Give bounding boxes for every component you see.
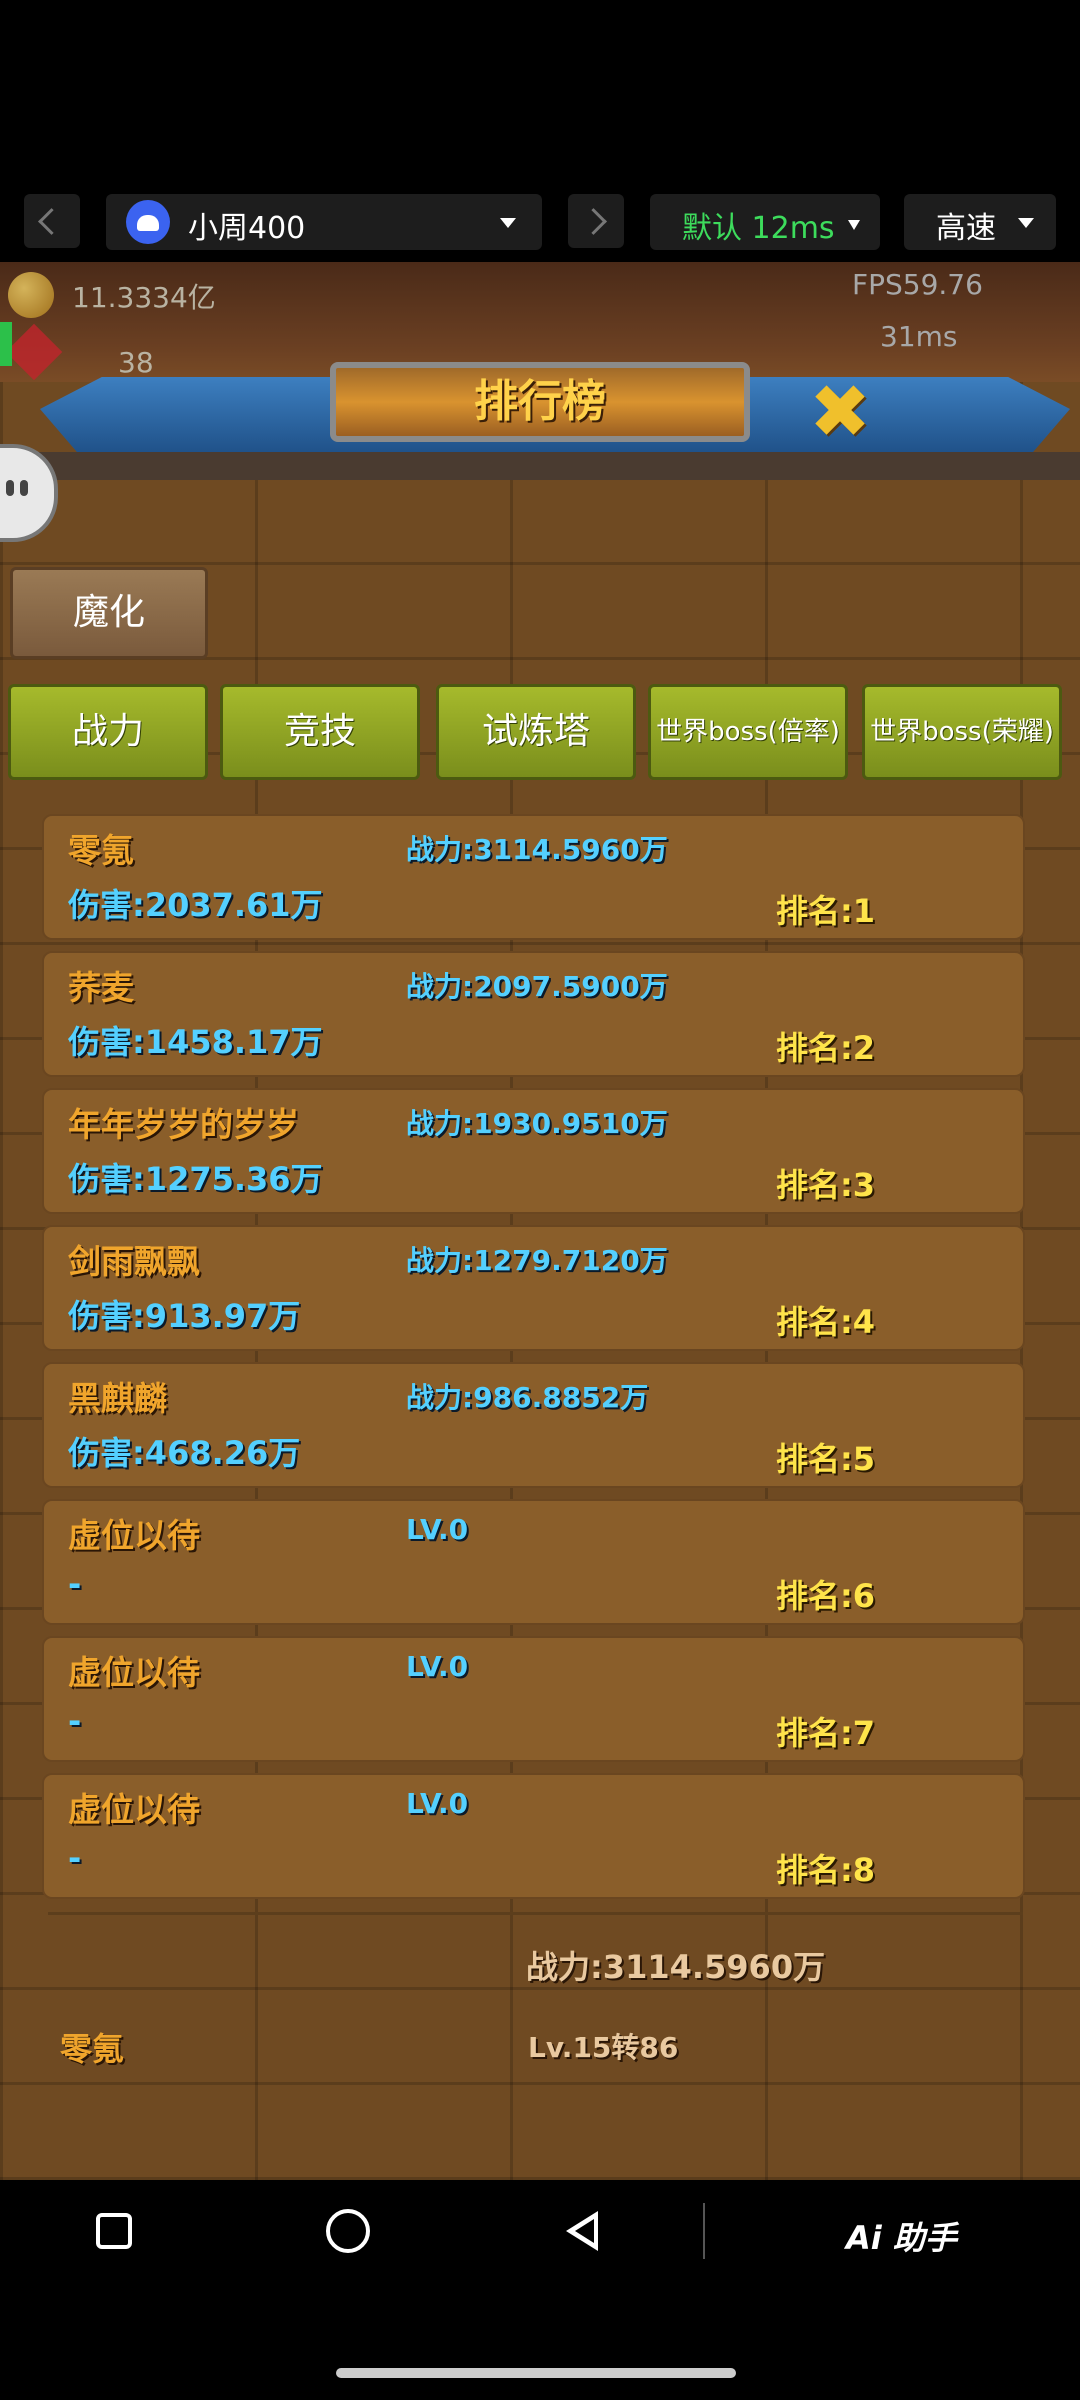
- player-name: 荞麦: [68, 968, 134, 1007]
- tab-world-boss-glory[interactable]: 世界boss(荣耀): [862, 684, 1062, 780]
- player-rank: 排名:5: [776, 1440, 876, 1478]
- player-power: 战力:3114.5960万: [406, 833, 668, 866]
- ranking-row[interactable]: 黑麒麟 战力:986.8852万 伤害:468.26万 排名:5: [42, 1362, 1025, 1488]
- player-name: 剑雨飘飘: [68, 1242, 200, 1281]
- chevron-left-icon: [38, 208, 65, 235]
- player-name: 虚位以待: [68, 1790, 200, 1829]
- close-button[interactable]: ✖: [805, 375, 875, 449]
- ranking-row[interactable]: 剑雨飘飘 战力:1279.7120万 伤害:913.97万 排名:4: [42, 1225, 1025, 1351]
- player-damage: -: [68, 1702, 82, 1740]
- player-damage: 伤害:1275.36万: [68, 1160, 323, 1198]
- system-navbar: Ai 助手: [0, 2183, 1080, 2283]
- player-rank: 排名:1: [776, 892, 876, 930]
- player-damage: 伤害:2037.61万: [68, 886, 323, 924]
- signal-bar: [0, 322, 12, 366]
- gold-coin-icon: [8, 272, 54, 318]
- gold-amount: 11.3334亿: [72, 281, 216, 314]
- ranking-row[interactable]: 虚位以待 LV.0 - 排名:7: [42, 1636, 1025, 1762]
- player-level: LV.0: [406, 1650, 469, 1683]
- player-power: 战力:1930.9510万: [406, 1107, 668, 1140]
- speed-selector[interactable]: 高速: [904, 194, 1056, 250]
- tab-trial-tower[interactable]: 试炼塔: [436, 684, 636, 780]
- tab-arena[interactable]: 竞技: [220, 684, 420, 780]
- my-power: 战力:3114.5960万: [526, 1948, 826, 1986]
- device-selector[interactable]: 小周400: [106, 194, 542, 250]
- line-selector[interactable]: 默认 12ms: [650, 194, 880, 250]
- ping-readout: 31ms: [880, 320, 958, 353]
- device-name: 小周400: [188, 211, 306, 246]
- line-label: 默认 12ms: [682, 211, 835, 246]
- player-level: LV.0: [406, 1787, 469, 1820]
- dropdown-arrow-icon: [848, 220, 860, 230]
- player-rank: 排名:7: [776, 1714, 876, 1752]
- chevron-right-icon: [580, 208, 607, 235]
- android-icon: [126, 200, 170, 244]
- home-button[interactable]: [326, 2209, 370, 2253]
- player-damage: 伤害:468.26万: [68, 1434, 301, 1472]
- player-name: 虚位以待: [68, 1516, 200, 1555]
- player-damage: -: [68, 1565, 82, 1603]
- player-power: 战力:1279.7120万: [406, 1244, 668, 1277]
- ranking-row[interactable]: 年年岁岁的岁岁 战力:1930.9510万 伤害:1275.36万 排名:3: [42, 1088, 1025, 1214]
- face-icon-eye: [20, 480, 28, 496]
- tab-power[interactable]: 战力: [8, 684, 208, 780]
- player-rank: 排名:2: [776, 1029, 876, 1067]
- category-button[interactable]: 魔化: [10, 567, 208, 659]
- page-title: 排行榜: [474, 376, 606, 427]
- player-power: 战力:2097.5900万: [406, 970, 668, 1003]
- ranking-row[interactable]: 虚位以待 LV.0 - 排名:8: [42, 1773, 1025, 1899]
- title-plate: 排行榜: [330, 362, 750, 442]
- tab-world-boss-rate[interactable]: 世界boss(倍率): [648, 684, 848, 780]
- fps-readout: FPS59.76: [852, 268, 983, 301]
- player-rank: 排名:4: [776, 1303, 876, 1341]
- divider: [48, 1912, 1023, 1915]
- ranking-row[interactable]: 荞麦 战力:2097.5900万 伤害:1458.17万 排名:2: [42, 951, 1025, 1077]
- player-rank: 排名:6: [776, 1577, 876, 1615]
- player-level: LV.0: [406, 1513, 469, 1546]
- player-name: 零氪: [68, 831, 134, 870]
- speed-label: 高速: [936, 211, 996, 246]
- navbar-separator: [703, 2203, 705, 2259]
- dropdown-arrow-icon: [1018, 218, 1034, 228]
- player-rank: 排名:3: [776, 1166, 876, 1204]
- home-indicator[interactable]: [336, 2368, 736, 2378]
- player-damage: 伤害:1458.17万: [68, 1023, 323, 1061]
- player-damage: -: [68, 1839, 82, 1877]
- player-power: 战力:986.8852万: [406, 1381, 649, 1414]
- ranking-row[interactable]: 零氪 战力:3114.5960万 伤害:2037.61万 排名:1: [42, 814, 1025, 940]
- player-name: 虚位以待: [68, 1653, 200, 1692]
- player-name: 黑麒麟: [68, 1379, 167, 1418]
- game-screen: 11.3334亿 38 FPS59.76 31ms 排行榜 ✖ 魔化 战力 竞技…: [0, 262, 1080, 2180]
- face-icon: [6, 480, 14, 496]
- ranking-row[interactable]: 虚位以待 LV.0 - 排名:6: [42, 1499, 1025, 1625]
- stone-border: [0, 452, 1080, 480]
- player-rank: 排名:8: [776, 1851, 876, 1889]
- my-name: 零氪: [60, 2030, 125, 2068]
- player-name: 年年岁岁的岁岁: [68, 1105, 299, 1144]
- stream-toolbar: 小周400 默认 12ms 高速: [0, 184, 1080, 258]
- gem-amount: 38: [118, 346, 154, 379]
- player-damage: 伤害:913.97万: [68, 1297, 301, 1335]
- forward-button[interactable]: [568, 194, 624, 248]
- back-button[interactable]: [24, 194, 80, 248]
- back-nav-button-inner: [575, 2219, 594, 2243]
- my-level: Lv.15转86: [528, 2031, 679, 2064]
- recent-apps-button[interactable]: [96, 2213, 132, 2249]
- dropdown-arrow-icon: [500, 218, 516, 228]
- close-icon: ✖: [808, 369, 871, 455]
- ai-assistant-button[interactable]: Ai 助手: [846, 2213, 957, 2259]
